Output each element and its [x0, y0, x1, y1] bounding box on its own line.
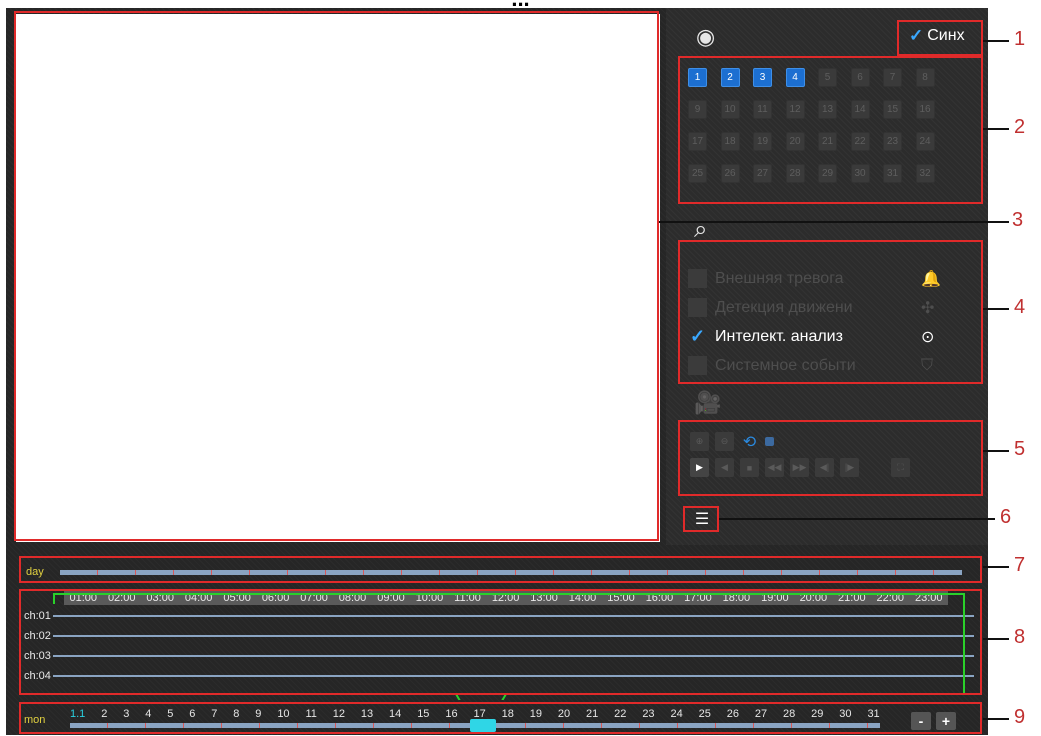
leader-8	[983, 638, 1009, 640]
annotation-box-5	[678, 420, 983, 496]
annotation-box-3	[14, 11, 659, 541]
leader-7	[983, 566, 1009, 568]
callout-8: 8	[1014, 626, 1026, 648]
leader-2	[983, 128, 1009, 130]
leader-6	[719, 518, 995, 520]
callout-9: 9	[1014, 706, 1026, 728]
camera-icon: ◉	[696, 24, 716, 49]
callout-7: 7	[1014, 554, 1026, 576]
leader-5	[983, 450, 1009, 452]
leader-9	[983, 718, 1009, 720]
callout-3: 3	[1012, 209, 1024, 231]
annotation-box-4	[678, 240, 983, 384]
callout-4: 4	[1014, 296, 1026, 318]
annotation-box-9	[19, 702, 982, 734]
annotation-box-7	[19, 556, 982, 583]
leader-3	[659, 221, 1009, 223]
callout-2: 2	[1014, 116, 1026, 138]
annotation-box-2	[678, 56, 983, 204]
callout-5: 5	[1014, 438, 1026, 460]
leader-4	[983, 308, 1009, 310]
callout-6: 6	[1000, 506, 1012, 528]
video-camera-icon: 🎥	[694, 390, 722, 415]
leader-1	[983, 40, 1009, 42]
annotation-box-6	[683, 506, 719, 532]
callout-1: 1	[1014, 28, 1026, 50]
annotation-box-8	[19, 589, 982, 695]
annotation-box-1	[897, 20, 983, 56]
